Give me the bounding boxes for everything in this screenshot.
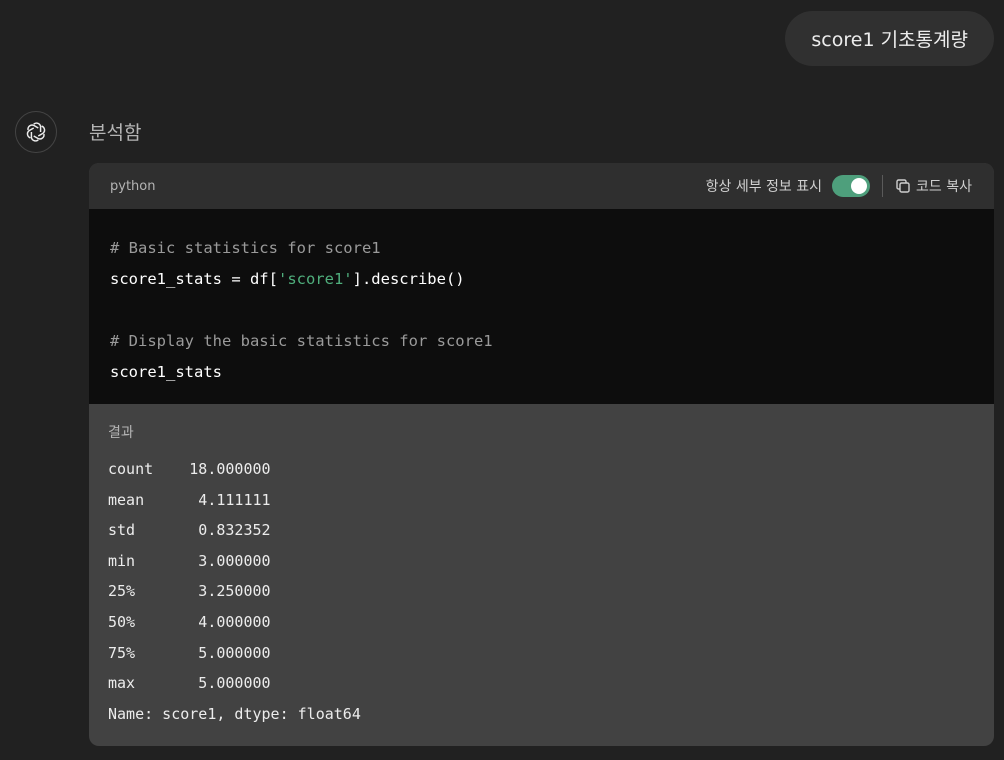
code-editor[interactable]: # Basic statistics for score1 score1_sta… (89, 209, 994, 404)
toggle-knob (851, 178, 868, 194)
openai-logo-icon (26, 122, 46, 142)
code-token: ].describe() (352, 270, 465, 288)
result-line: 50% 4.000000 (108, 612, 271, 631)
result-line: mean 4.111111 (108, 490, 271, 509)
code-interpreter-card: python 항상 세부 정보 표시 코드 복사 # Basic statist… (89, 163, 994, 746)
code-line: # Basic statistics for score1 (110, 239, 381, 257)
copy-code-label: 코드 복사 (916, 179, 972, 195)
result-output: 결과 count 18.000000 mean 4.111111 std 0.8… (89, 404, 994, 729)
result-line: std 0.832352 (108, 521, 271, 540)
user-message-bubble: score1 기초통계량 (785, 11, 994, 66)
header-divider (882, 175, 884, 197)
result-label: 결과 (108, 425, 134, 441)
result-line: min 3.000000 (108, 551, 271, 570)
assistant-avatar (15, 111, 57, 153)
code-line: score1_stats (110, 363, 222, 381)
copy-icon (896, 179, 910, 193)
result-line: max 5.000000 (108, 674, 271, 693)
analysis-status[interactable]: 분석함 (89, 118, 141, 145)
chat-page: score1 기초통계량 분석함 python 항상 세부 정보 표시 코드 복… (0, 0, 1004, 760)
code-header: python 항상 세부 정보 표시 코드 복사 (89, 163, 994, 209)
user-message-text: score1 기초통계량 (811, 29, 968, 51)
code-token: score1_stats = df[ (110, 270, 278, 288)
code-header-actions: 항상 세부 정보 표시 코드 복사 (706, 175, 972, 197)
always-show-details-toggle[interactable] (832, 175, 871, 197)
result-line: Name: score1, dtype: float64 (108, 704, 361, 723)
copy-code-button[interactable]: 코드 복사 (895, 176, 972, 196)
code-language-label: python (110, 178, 156, 194)
result-line: 25% 3.250000 (108, 582, 271, 601)
code-string-token: 'score1' (277, 270, 353, 288)
result-line: 75% 5.000000 (108, 643, 271, 662)
code-line: score1_stats = df['score1'].describe() (110, 264, 973, 295)
code-line: # Display the basic statistics for score… (110, 332, 493, 350)
always-show-details-label: 항상 세부 정보 표시 (705, 179, 823, 195)
result-line: count 18.000000 (108, 460, 271, 478)
